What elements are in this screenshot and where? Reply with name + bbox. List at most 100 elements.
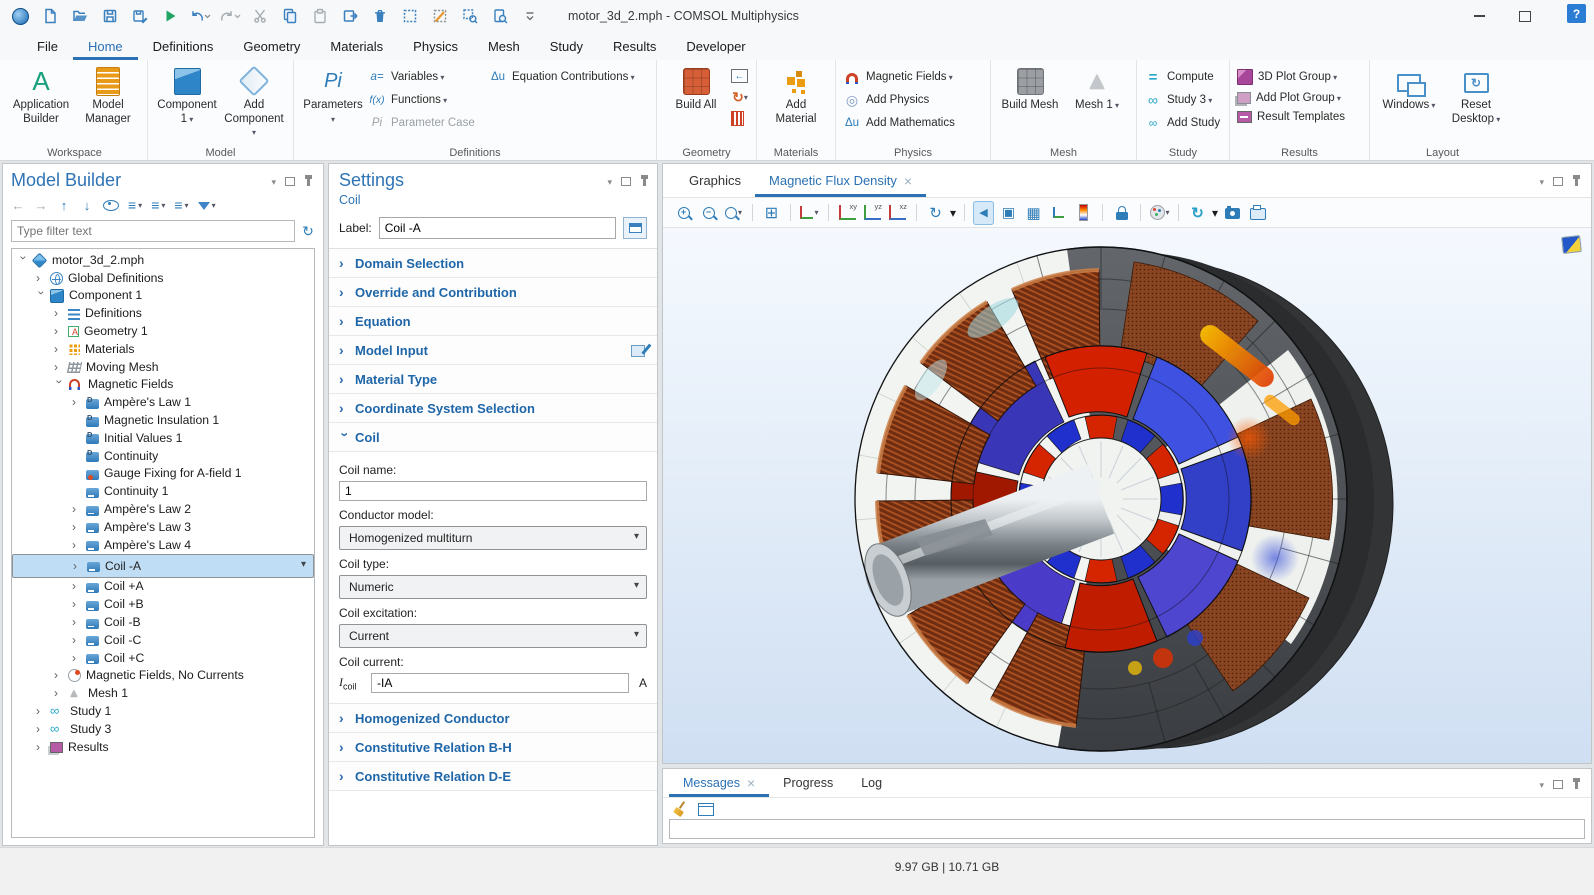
section-override-contribution[interactable]: Override and Contribution [329, 278, 657, 307]
ribbon-small-button[interactable]: Magnetic Fields [843, 69, 983, 85]
menu-tab[interactable]: Results [598, 32, 671, 60]
messages-output-area[interactable] [669, 819, 1585, 839]
tree-expander-icon[interactable]: › [72, 651, 86, 665]
tree-item[interactable]: › Study 3 [12, 720, 314, 738]
tree-filter-input[interactable] [11, 220, 295, 242]
copy-table-icon[interactable] [698, 803, 714, 816]
ribbon-small-button[interactable]: Functions [368, 92, 486, 108]
windows-button[interactable]: Windows [1377, 63, 1441, 113]
run-icon[interactable] [158, 4, 182, 28]
mesh-1-button[interactable]: Mesh 1 [1065, 63, 1129, 113]
print-icon[interactable] [1247, 201, 1268, 225]
ribbon-small-button[interactable]: Study 3 [1144, 92, 1222, 108]
ribbon-small-button[interactable]: 3D Plot Group [1237, 69, 1362, 85]
deselect-icon[interactable] [428, 4, 452, 28]
tree-item[interactable]: › Ampère's Law 4 [12, 536, 314, 554]
tree-expander-icon[interactable]: › [72, 633, 86, 647]
panel-menu-icon[interactable] [271, 174, 276, 188]
menu-tab[interactable]: Geometry [228, 32, 315, 60]
tree-item[interactable]: › Ampère's Law 2 [12, 500, 314, 518]
expand-all-icon[interactable]: ▾ [128, 196, 142, 214]
view-yz-icon[interactable] [862, 201, 883, 225]
section-coordinate-system[interactable]: Coordinate System Selection [329, 394, 657, 423]
go-to-view-icon[interactable]: ▾ [799, 201, 820, 225]
tree-item[interactable]: Continuity 1 [12, 482, 314, 500]
graphics-canvas[interactable] [663, 228, 1591, 764]
coil-excitation-select[interactable]: Current [339, 624, 647, 648]
panel-menu-icon[interactable] [607, 174, 612, 188]
menu-tab[interactable]: File [22, 32, 73, 60]
tree-expander-icon[interactable]: › [54, 360, 68, 374]
application-builder-button[interactable]: Application Builder [9, 63, 73, 126]
grid-icon[interactable] [1023, 201, 1044, 225]
color-legend-icon[interactable] [1073, 201, 1094, 225]
menu-tab[interactable]: Definitions [138, 32, 229, 60]
filter-icon[interactable]: ▾ [198, 196, 216, 214]
ribbon-small-button[interactable]: Add Study [1144, 115, 1222, 131]
pin-panel-icon[interactable] [304, 175, 313, 187]
menu-tab[interactable]: Study [535, 32, 598, 60]
float-panel-icon[interactable] [1553, 780, 1563, 789]
zoom-extents-icon[interactable] [761, 201, 782, 225]
coil-type-select[interactable]: Numeric [339, 575, 647, 599]
menu-tab[interactable]: Mesh [473, 32, 535, 60]
ribbon-small-button[interactable]: Add Plot Group [1237, 92, 1362, 104]
tree-item[interactable]: › Ampère's Law 3 [12, 518, 314, 536]
clear-messages-icon[interactable] [673, 802, 688, 817]
copy-icon[interactable] [278, 4, 302, 28]
minimize-button[interactable] [1456, 0, 1502, 32]
ribbon-small-button[interactable]: Equation Contributions [489, 69, 649, 85]
model-manager-button[interactable]: Model Manager [76, 63, 140, 126]
reset-desktop-button[interactable]: Reset Desktop [1444, 63, 1508, 126]
zoom-out-icon[interactable]: − [698, 201, 719, 225]
tree-expander-icon[interactable]: › [54, 342, 68, 356]
plot-thumbnail-icon[interactable] [1561, 235, 1582, 254]
tree-item[interactable]: › Magnetic Fields, No Currents [12, 667, 314, 685]
zoom-box-icon[interactable]: ▾ [723, 201, 744, 225]
pin-panel-icon[interactable] [1572, 175, 1581, 187]
tree-expander-icon[interactable]: › [72, 538, 86, 552]
tree-item[interactable]: › Materials [12, 340, 314, 358]
float-panel-icon[interactable] [621, 177, 631, 186]
view-xy-icon[interactable] [837, 201, 858, 225]
tree-item[interactable]: › Study 1 [12, 702, 314, 720]
section-constitutive-bh[interactable]: Constitutive Relation B-H [329, 733, 657, 762]
transparency-icon[interactable] [998, 201, 1019, 225]
lock-icon[interactable] [1111, 201, 1132, 225]
tab-progress[interactable]: Progress [769, 769, 847, 797]
rotate-icon[interactable] [925, 201, 946, 225]
component-1-button[interactable]: Component 1 [155, 63, 219, 126]
tree-item[interactable]: Initial Values 1 [12, 429, 314, 447]
model-input-edit-icon[interactable] [631, 343, 647, 357]
section-material-type[interactable]: Material Type [329, 365, 657, 394]
section-model-input[interactable]: Model Input [329, 336, 657, 365]
save-icon[interactable] [98, 4, 122, 28]
redo-icon[interactable] [218, 4, 242, 28]
delete-icon[interactable] [368, 4, 392, 28]
open-file-icon[interactable] [68, 4, 92, 28]
tree-item[interactable]: › Coil +A [12, 578, 314, 596]
tree-expander-icon[interactable]: › [35, 291, 49, 305]
find-icon[interactable] [488, 4, 512, 28]
ribbon-small-button[interactable]: Add Physics [843, 92, 983, 108]
tree-expander-icon[interactable]: › [36, 704, 50, 718]
tree-item[interactable]: › Ampère's Law 1 [12, 393, 314, 411]
tab-magnetic-flux-density[interactable]: Magnetic Flux Density × [755, 164, 926, 197]
help-button[interactable]: ? [1567, 4, 1586, 23]
section-coil[interactable]: Coil [329, 423, 657, 452]
tree-item[interactable]: › Moving Mesh [12, 358, 314, 376]
tree-expander-icon[interactable]: › [72, 597, 86, 611]
tree-expander-icon[interactable]: › [36, 740, 50, 754]
float-panel-icon[interactable] [285, 177, 295, 186]
tree-expander-icon[interactable]: › [73, 559, 87, 573]
tree-expander-icon[interactable]: › [53, 380, 67, 394]
collapse-all-icon[interactable]: ▾ [151, 196, 165, 214]
update-icon[interactable] [1187, 201, 1208, 225]
tree-item[interactable]: › Mesh 1 [12, 684, 314, 702]
coil-current-input[interactable] [371, 673, 629, 693]
label-input[interactable] [379, 217, 616, 239]
tree-item[interactable]: › Coil +C [12, 649, 314, 667]
section-domain-selection[interactable]: Domain Selection [329, 249, 657, 278]
ribbon-small-button[interactable]: Add Mathematics [843, 115, 983, 131]
conductor-model-select[interactable]: Homogenized multiturn [339, 526, 647, 550]
